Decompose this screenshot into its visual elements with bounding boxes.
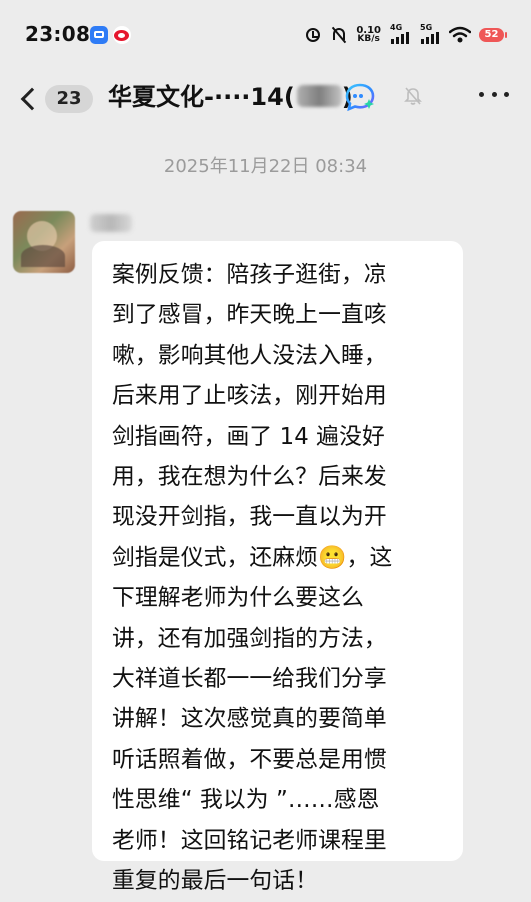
signal-4g-bars: [391, 32, 409, 44]
weibo-icon: [113, 26, 131, 44]
bell-off-icon[interactable]: [404, 86, 422, 106]
signal-4g: 4G: [389, 23, 411, 45]
message-line: 老师！这回铭记老师课程里: [112, 827, 387, 854]
wifi-icon: [449, 26, 471, 44]
unread-count-badge: 23: [45, 85, 93, 113]
signal-5g-label: 5G: [420, 23, 433, 32]
chat-title-text: 华夏文化-····14(: [108, 83, 295, 111]
message-timestamp: 2025年11月22日 08:34: [163, 156, 368, 177]
message-line: 案例反馈：陪孩子逛街，凉: [112, 262, 387, 288]
battery-level: 52: [484, 29, 499, 40]
message-line: 嗽，影响其他人没法入睡，: [112, 342, 387, 369]
message-line: 后来用了止咳法，刚开始用: [112, 383, 387, 410]
message-line: 现没开剑指，我一直以为开: [112, 504, 387, 531]
network-speed-unit: KB/s: [357, 34, 380, 44]
message-line: 下理解老师为什么要这么: [112, 585, 364, 612]
message-line: 性思维“ 我以为 ”……感恩: [112, 787, 380, 814]
message-text: 案例反馈：陪孩子逛街，凉 到了感冒，昨天晚上一直咳 嗽，影响其他人没法入睡， 后…: [112, 255, 445, 902]
network-speed: 0.10 KB/s: [356, 26, 381, 44]
mute-icon: [330, 26, 348, 44]
message-bubble[interactable]: 案例反馈：陪孩子逛街，凉 到了感冒，昨天晚上一直咳 嗽，影响其他人没法入睡， 后…: [92, 241, 463, 894]
message-line: 到了感冒，昨天晚上一直咳: [112, 302, 387, 329]
message-line: 听话照着做，不要总是用惯: [112, 746, 387, 773]
more-icon[interactable]: [479, 92, 509, 100]
redacted-title-fragment: [296, 85, 342, 107]
status-time: 23:08: [25, 22, 91, 46]
battery-indicator: 52: [479, 28, 507, 42]
chat-title[interactable]: 华夏文化-····14(): [108, 83, 353, 111]
message-line: 讲，还有加强剑指的方法，: [112, 625, 387, 652]
message-line: 剑指画符，画了 14 遍没好: [112, 423, 385, 450]
avatar[interactable]: [13, 211, 75, 273]
back-button[interactable]: 23: [16, 82, 96, 120]
ai-chat-icon[interactable]: [345, 82, 377, 112]
alarm-icon: [304, 26, 322, 44]
signal-5g-bars: [421, 32, 439, 44]
sender-name-redacted: [90, 214, 132, 232]
status-icons: 0.10 KB/s 4G 5G 52: [304, 23, 507, 46]
status-bar: 23:08 0.10 KB/s 4G 5G 52: [0, 0, 531, 70]
message-app-icon: [90, 26, 108, 44]
message-line: 剑指是仪式，还麻烦😬，这: [112, 544, 393, 571]
message-line: 大祥道长都一一给我们分享: [112, 666, 387, 693]
message-line: 讲解！这次感觉真的要简单: [112, 706, 387, 733]
signal-4g-label: 4G: [390, 23, 403, 32]
chat-header: 23 华夏文化-····14(): [0, 70, 531, 128]
message-line: 重复的最后一句话！: [112, 868, 319, 895]
signal-5g: 5G: [419, 23, 441, 45]
message-line: 用，我在想为什么？后来发: [112, 464, 387, 491]
back-icon: [20, 87, 44, 111]
